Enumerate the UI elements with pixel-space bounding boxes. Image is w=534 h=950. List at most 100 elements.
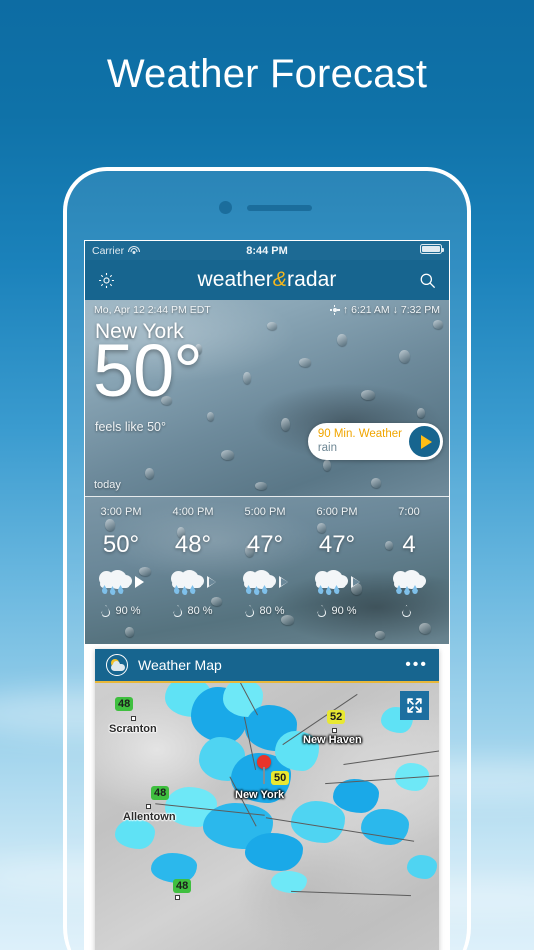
- hourly-column[interactable]: 4:00 PM 48° 80 %: [157, 497, 229, 644]
- app-navbar: weather&radar: [85, 260, 449, 300]
- phone-screen: Carrier 8:44 PM weather&radar Mo, Apr 12…: [84, 240, 450, 950]
- radar-precip-blob: [245, 833, 303, 871]
- map-temp-badge: 48: [115, 697, 134, 711]
- map-temp-badge: 48: [173, 879, 192, 893]
- map-city-label: Allentown: [123, 811, 176, 823]
- map-pin-icon[interactable]: [257, 755, 271, 784]
- hour-icon-row: [314, 570, 360, 595]
- city-marker-icon: [146, 804, 151, 809]
- precip-row: 90 %: [317, 605, 357, 617]
- today-label: today: [94, 479, 121, 491]
- hourly-column[interactable]: 3:00 PM 50° 90 %: [85, 497, 157, 644]
- weather-map-header: Weather Map •••: [95, 649, 439, 683]
- wind-arrow-outline-icon: [278, 576, 288, 588]
- rain-cloud-icon: [242, 570, 276, 595]
- map-temp-badge: 48: [151, 786, 170, 800]
- precip-row: [402, 605, 416, 617]
- ninety-min-weather-button[interactable]: 90 Min. Weather rain: [307, 423, 443, 460]
- wind-arrow-outline-icon: [350, 576, 360, 588]
- city-marker-icon: [332, 728, 337, 733]
- map-city-label: New Haven: [303, 734, 362, 746]
- city-marker-icon: [131, 716, 136, 721]
- hour-icon-row: [98, 570, 144, 595]
- sunrise-sunset: ↑ 6:21 AM ↓ 7:32 PM: [329, 304, 440, 316]
- precip-row: 80 %: [245, 605, 285, 617]
- precip-value: 90 %: [115, 605, 141, 617]
- hourly-column[interactable]: 5:00 PM 47° 80 %: [229, 497, 301, 644]
- precip-row: 80 %: [173, 605, 213, 617]
- water-drop-icon: [245, 605, 255, 617]
- precip-value: 90 %: [331, 605, 357, 617]
- hero-top-row: Mo, Apr 12 2:44 PM EDT ↑ 6:21 AM ↓ 7:32 …: [94, 304, 440, 316]
- current-datetime: Mo, Apr 12 2:44 PM EDT: [94, 304, 211, 316]
- hour-label: 7:00: [398, 506, 420, 518]
- expand-icon[interactable]: [400, 691, 429, 720]
- precip-value: 80 %: [259, 605, 285, 617]
- water-drop-icon: [402, 605, 411, 617]
- map-city-label: New York: [235, 789, 285, 801]
- overflow-menu-button[interactable]: •••: [405, 657, 428, 672]
- current-weather-hero: Mo, Apr 12 2:44 PM EDT ↑ 6:21 AM ↓ 7:32 …: [85, 300, 449, 496]
- map-coastline: [343, 750, 439, 765]
- ninety-min-subtitle: rain: [317, 441, 338, 454]
- radar-precip-blob: [407, 855, 437, 879]
- gear-icon[interactable]: [97, 271, 116, 290]
- map-city-label: Scranton: [109, 723, 157, 735]
- front-camera-icon: [219, 201, 232, 214]
- hourly-forecast-strip[interactable]: 3:00 PM 50° 90 % 4:00 PM 48° 80 % 5:00 P…: [85, 496, 449, 644]
- hour-label: 3:00 PM: [100, 506, 142, 518]
- wind-arrow-filled-icon: [134, 576, 144, 588]
- status-bar-right: [420, 244, 444, 257]
- hour-temperature: 47°: [246, 531, 284, 558]
- wind-arrow-outline-icon: [206, 576, 216, 588]
- precip-value: 80 %: [187, 605, 213, 617]
- ninety-min-text: 90 Min. Weather rain: [318, 428, 402, 454]
- map-temp-badge: 50: [271, 771, 290, 785]
- water-drop-icon: [101, 605, 111, 617]
- brand-weather: weather: [197, 268, 273, 291]
- ninety-min-title: 90 Min. Weather: [317, 428, 402, 441]
- sunrise-arrow-icon: ↑: [342, 304, 349, 316]
- hourly-column[interactable]: 6:00 PM 47° 90 %: [301, 497, 373, 644]
- hour-temperature: 48°: [174, 531, 212, 558]
- app-brand: weather&radar: [85, 268, 449, 292]
- brand-ampersand: &: [272, 268, 287, 291]
- weather-map-canvas[interactable]: 48 Scranton 48 Allentown 52 New Haven 50…: [95, 683, 439, 950]
- hour-label: 5:00 PM: [244, 506, 286, 518]
- hour-icon-row: [393, 570, 426, 595]
- current-temperature: 50°: [93, 329, 203, 412]
- play-icon[interactable]: [409, 426, 440, 457]
- hour-temperature: 50°: [102, 531, 140, 558]
- feels-like-label: feels like 50°: [95, 420, 167, 434]
- map-road: [291, 890, 411, 897]
- phone-frame: Carrier 8:44 PM weather&radar Mo, Apr 12…: [63, 167, 471, 950]
- sun-icon: [329, 305, 340, 315]
- hour-icon-row: [242, 570, 288, 595]
- rain-cloud-icon: [170, 570, 204, 595]
- city-marker-icon: [175, 895, 180, 900]
- hour-temperature: 4: [402, 531, 416, 558]
- rain-cloud-icon: [314, 570, 348, 595]
- brand-radar: radar: [287, 268, 337, 291]
- sunset-arrow-icon: ↓: [392, 304, 398, 316]
- water-drop-icon: [317, 605, 327, 617]
- water-drop-icon: [173, 605, 183, 617]
- map-temp-badge: 52: [327, 710, 346, 724]
- battery-icon: [420, 244, 444, 254]
- precip-row: 90 %: [101, 605, 141, 617]
- page-title: Weather Forecast: [106, 52, 428, 96]
- sunrise-time: 6:21 AM: [351, 304, 390, 316]
- hour-temperature: 47°: [318, 531, 356, 558]
- search-icon[interactable]: [418, 271, 437, 290]
- status-bar-clock: 8:44 PM: [246, 244, 288, 257]
- rain-cloud-icon: [98, 570, 132, 595]
- hourly-column[interactable]: 7:00 4: [373, 497, 445, 644]
- weather-map-title: Weather Map: [138, 657, 222, 673]
- status-bar: Carrier 8:44 PM: [85, 241, 449, 260]
- radar-precip-blob: [115, 819, 155, 849]
- hour-label: 6:00 PM: [316, 506, 358, 518]
- sunset-time: 7:32 PM: [400, 304, 440, 316]
- sun-cloud-circle-icon: [106, 654, 128, 676]
- radar-precip-blob: [271, 871, 307, 893]
- weather-map-card: Weather Map ••• 48 Scranton 48 Allentown…: [95, 649, 439, 950]
